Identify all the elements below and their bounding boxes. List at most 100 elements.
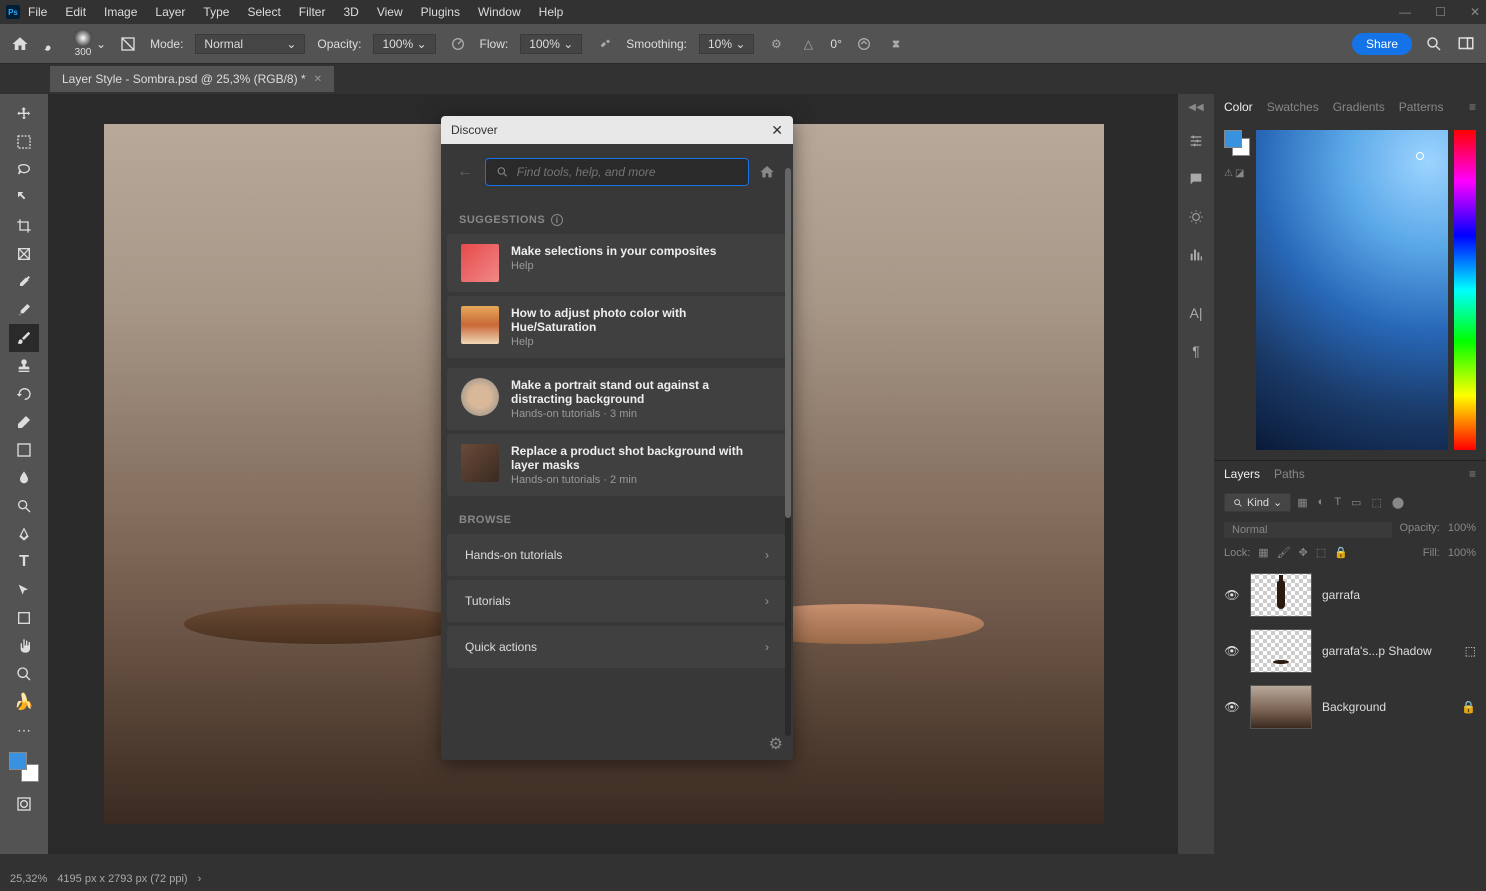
paragraph-icon[interactable]: ¶ bbox=[1186, 341, 1206, 361]
edit-toolbar[interactable]: ⋯ bbox=[9, 716, 39, 744]
minimize-button[interactable]: — bbox=[1399, 5, 1411, 19]
tab-layers[interactable]: Layers bbox=[1224, 467, 1260, 481]
hue-slider[interactable] bbox=[1454, 130, 1476, 450]
menu-type[interactable]: Type bbox=[203, 5, 229, 19]
panel-menu-icon[interactable]: ≡ bbox=[1469, 100, 1476, 114]
filter-shape-icon[interactable]: ▭ bbox=[1351, 496, 1361, 509]
doc-dimensions[interactable]: 4195 px x 2793 px (72 ppi) bbox=[57, 873, 187, 885]
layer-opacity-value[interactable]: 100% bbox=[1448, 522, 1476, 538]
menu-layer[interactable]: Layer bbox=[155, 5, 185, 19]
pressure-size-icon[interactable] bbox=[854, 34, 874, 54]
layer-name[interactable]: garrafa's...p Shadow bbox=[1322, 644, 1455, 658]
filter-type-icon[interactable]: T bbox=[1334, 496, 1341, 509]
tab-swatches[interactable]: Swatches bbox=[1267, 100, 1319, 114]
smoothing-gear-icon[interactable]: ⚙ bbox=[766, 34, 786, 54]
visibility-icon[interactable]: 👁 bbox=[1224, 644, 1240, 658]
brush-tool[interactable] bbox=[9, 324, 39, 352]
frame-tool[interactable] bbox=[9, 240, 39, 268]
histogram-icon[interactable] bbox=[1186, 245, 1206, 265]
layer-link-icon[interactable]: ⬚ bbox=[1465, 644, 1476, 658]
color-picker[interactable] bbox=[1256, 130, 1448, 450]
layers-menu-icon[interactable]: ≡ bbox=[1469, 467, 1476, 481]
path-selection-tool[interactable] bbox=[9, 576, 39, 604]
document-tab[interactable]: Layer Style - Sombra.psd @ 25,3% (RGB/8)… bbox=[50, 66, 334, 92]
dodge-tool[interactable] bbox=[9, 492, 39, 520]
airbrush-icon[interactable] bbox=[594, 34, 614, 54]
mode-select[interactable]: Normal ⌄ bbox=[195, 34, 305, 54]
flow-input[interactable]: 100% ⌄ bbox=[520, 34, 582, 54]
maximize-button[interactable]: ☐ bbox=[1435, 5, 1446, 19]
gamut-warning-icon[interactable]: ⚠ bbox=[1224, 168, 1233, 179]
close-icon[interactable]: ✕ bbox=[771, 122, 783, 139]
angle-value[interactable]: 0° bbox=[830, 37, 841, 51]
eyedropper-tool[interactable] bbox=[9, 268, 39, 296]
history-brush-tool[interactable] bbox=[9, 380, 39, 408]
marquee-tool[interactable] bbox=[9, 128, 39, 156]
shape-tool[interactable] bbox=[9, 604, 39, 632]
sample-swatch[interactable] bbox=[1224, 130, 1250, 156]
scrollbar[interactable] bbox=[785, 168, 791, 736]
move-tool[interactable] bbox=[9, 100, 39, 128]
blend-mode-select[interactable]: Normal bbox=[1224, 522, 1392, 538]
menu-file[interactable]: File bbox=[28, 5, 47, 19]
suggestion-item[interactable]: How to adjust photo color with Hue/Satur… bbox=[447, 296, 787, 358]
home-icon[interactable] bbox=[759, 164, 777, 180]
stamp-tool[interactable] bbox=[9, 352, 39, 380]
back-icon[interactable]: ← bbox=[457, 163, 475, 181]
menu-select[interactable]: Select bbox=[247, 5, 280, 19]
hand-tool[interactable] bbox=[9, 632, 39, 660]
workspace-icon[interactable] bbox=[1456, 34, 1476, 54]
suggestion-item[interactable]: Replace a product shot background with l… bbox=[447, 434, 787, 496]
layer-row[interactable]: 👁 garrafa bbox=[1214, 567, 1486, 623]
search-box[interactable] bbox=[485, 158, 749, 186]
browse-item[interactable]: Quick actions › bbox=[447, 626, 787, 668]
fill-value[interactable]: 100% bbox=[1448, 547, 1476, 559]
color-swatches[interactable] bbox=[9, 752, 39, 782]
lock-artboard-icon[interactable]: ⬚ bbox=[1316, 546, 1326, 559]
filter-adjust-icon[interactable]: ◐ bbox=[1318, 496, 1325, 509]
adjustments-icon[interactable] bbox=[1186, 207, 1206, 227]
lock-transparency-icon[interactable]: ▦ bbox=[1258, 546, 1268, 559]
foreground-color[interactable] bbox=[9, 752, 27, 770]
layer-thumbnail[interactable] bbox=[1250, 629, 1312, 673]
gradient-tool[interactable] bbox=[9, 436, 39, 464]
tab-paths[interactable]: Paths bbox=[1274, 467, 1305, 481]
expand-strip-icon[interactable]: ◀◀ bbox=[1178, 102, 1214, 113]
info-icon[interactable]: i bbox=[551, 214, 563, 226]
lock-position-icon[interactable]: ✥ bbox=[1299, 546, 1308, 559]
filter-pixel-icon[interactable]: ▦ bbox=[1297, 496, 1307, 509]
lock-pixels-icon[interactable]: 🖌 bbox=[1277, 546, 1291, 559]
home-icon[interactable] bbox=[10, 34, 30, 54]
filter-smart-icon[interactable]: ⬚ bbox=[1371, 496, 1381, 509]
menu-window[interactable]: Window bbox=[478, 5, 521, 19]
tab-patterns[interactable]: Patterns bbox=[1399, 100, 1444, 114]
smoothing-input[interactable]: 10% ⌄ bbox=[699, 34, 754, 54]
menu-view[interactable]: View bbox=[377, 5, 403, 19]
selection-tool[interactable] bbox=[9, 184, 39, 212]
scroll-thumb[interactable] bbox=[785, 168, 791, 518]
tab-color[interactable]: Color bbox=[1224, 100, 1253, 114]
character-icon[interactable]: A| bbox=[1186, 303, 1206, 323]
brush-panel-icon[interactable] bbox=[118, 34, 138, 54]
brush-size[interactable]: 300 ⌄ bbox=[74, 29, 106, 58]
type-tool[interactable]: T bbox=[9, 548, 39, 576]
menu-filter[interactable]: Filter bbox=[299, 5, 326, 19]
opacity-input[interactable]: 100% ⌄ bbox=[373, 34, 435, 54]
zoom-level[interactable]: 25,32% bbox=[10, 873, 47, 885]
menu-3d[interactable]: 3D bbox=[343, 5, 358, 19]
zoom-tool[interactable] bbox=[9, 660, 39, 688]
browse-item[interactable]: Tutorials › bbox=[447, 580, 787, 622]
menu-edit[interactable]: Edit bbox=[65, 5, 86, 19]
brush-preset-icon[interactable] bbox=[42, 34, 62, 54]
properties-icon[interactable] bbox=[1186, 131, 1206, 151]
status-chevron-icon[interactable]: › bbox=[198, 873, 202, 885]
search-icon[interactable] bbox=[1424, 34, 1444, 54]
tab-close-icon[interactable]: ✕ bbox=[314, 74, 322, 85]
menu-help[interactable]: Help bbox=[539, 5, 564, 19]
pressure-opacity-icon[interactable] bbox=[448, 34, 468, 54]
eraser-tool[interactable] bbox=[9, 408, 39, 436]
web-safe-icon[interactable]: ◪ bbox=[1235, 168, 1244, 179]
blur-tool[interactable] bbox=[9, 464, 39, 492]
banana-tool[interactable]: 🍌 bbox=[9, 688, 39, 716]
layer-row[interactable]: 👁 Background 🔒 bbox=[1214, 679, 1486, 735]
